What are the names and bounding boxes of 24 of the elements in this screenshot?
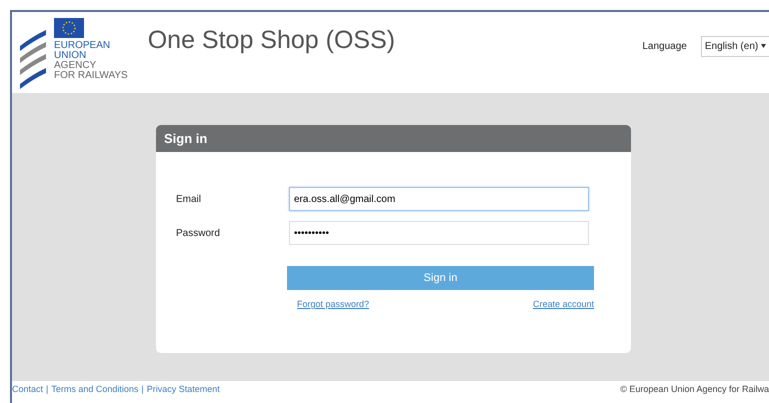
footer-link[interactable]: Privacy Statement xyxy=(146,384,220,394)
link[interactable]: Forgot password? xyxy=(297,299,370,309)
caret-icon xyxy=(761,44,766,48)
site-title: One Stop Shop (OSS) xyxy=(148,26,396,55)
separator-text: | xyxy=(46,384,48,394)
separator-text: | xyxy=(141,384,144,394)
logo-text: FOR RAILWAYS xyxy=(54,71,128,81)
field-label: Email xyxy=(176,194,202,204)
logo-text: AGENCY xyxy=(54,61,98,71)
logo-text: EUROPEAN xyxy=(54,41,112,51)
card-title: Sign in xyxy=(164,131,208,146)
language-label: Language xyxy=(642,41,687,52)
link[interactable]: Create account xyxy=(532,299,594,309)
field-label: Password xyxy=(176,228,221,238)
copyright-text: © European Union Agency for Railwa xyxy=(620,384,769,394)
logo-text: UNION xyxy=(54,51,88,61)
input-field[interactable]: era.oss.all@gmail.com xyxy=(289,187,589,211)
footer-link[interactable]: Terms and Conditions xyxy=(51,384,138,394)
stripes-icon xyxy=(18,28,48,92)
input-field[interactable]: •••••••••• xyxy=(289,221,589,245)
footer-link[interactable]: Contact xyxy=(12,384,44,394)
signin-button[interactable]: Sign in xyxy=(287,266,594,290)
eu-flag-icon xyxy=(54,18,84,38)
language-select[interactable]: English (en) xyxy=(700,36,769,57)
